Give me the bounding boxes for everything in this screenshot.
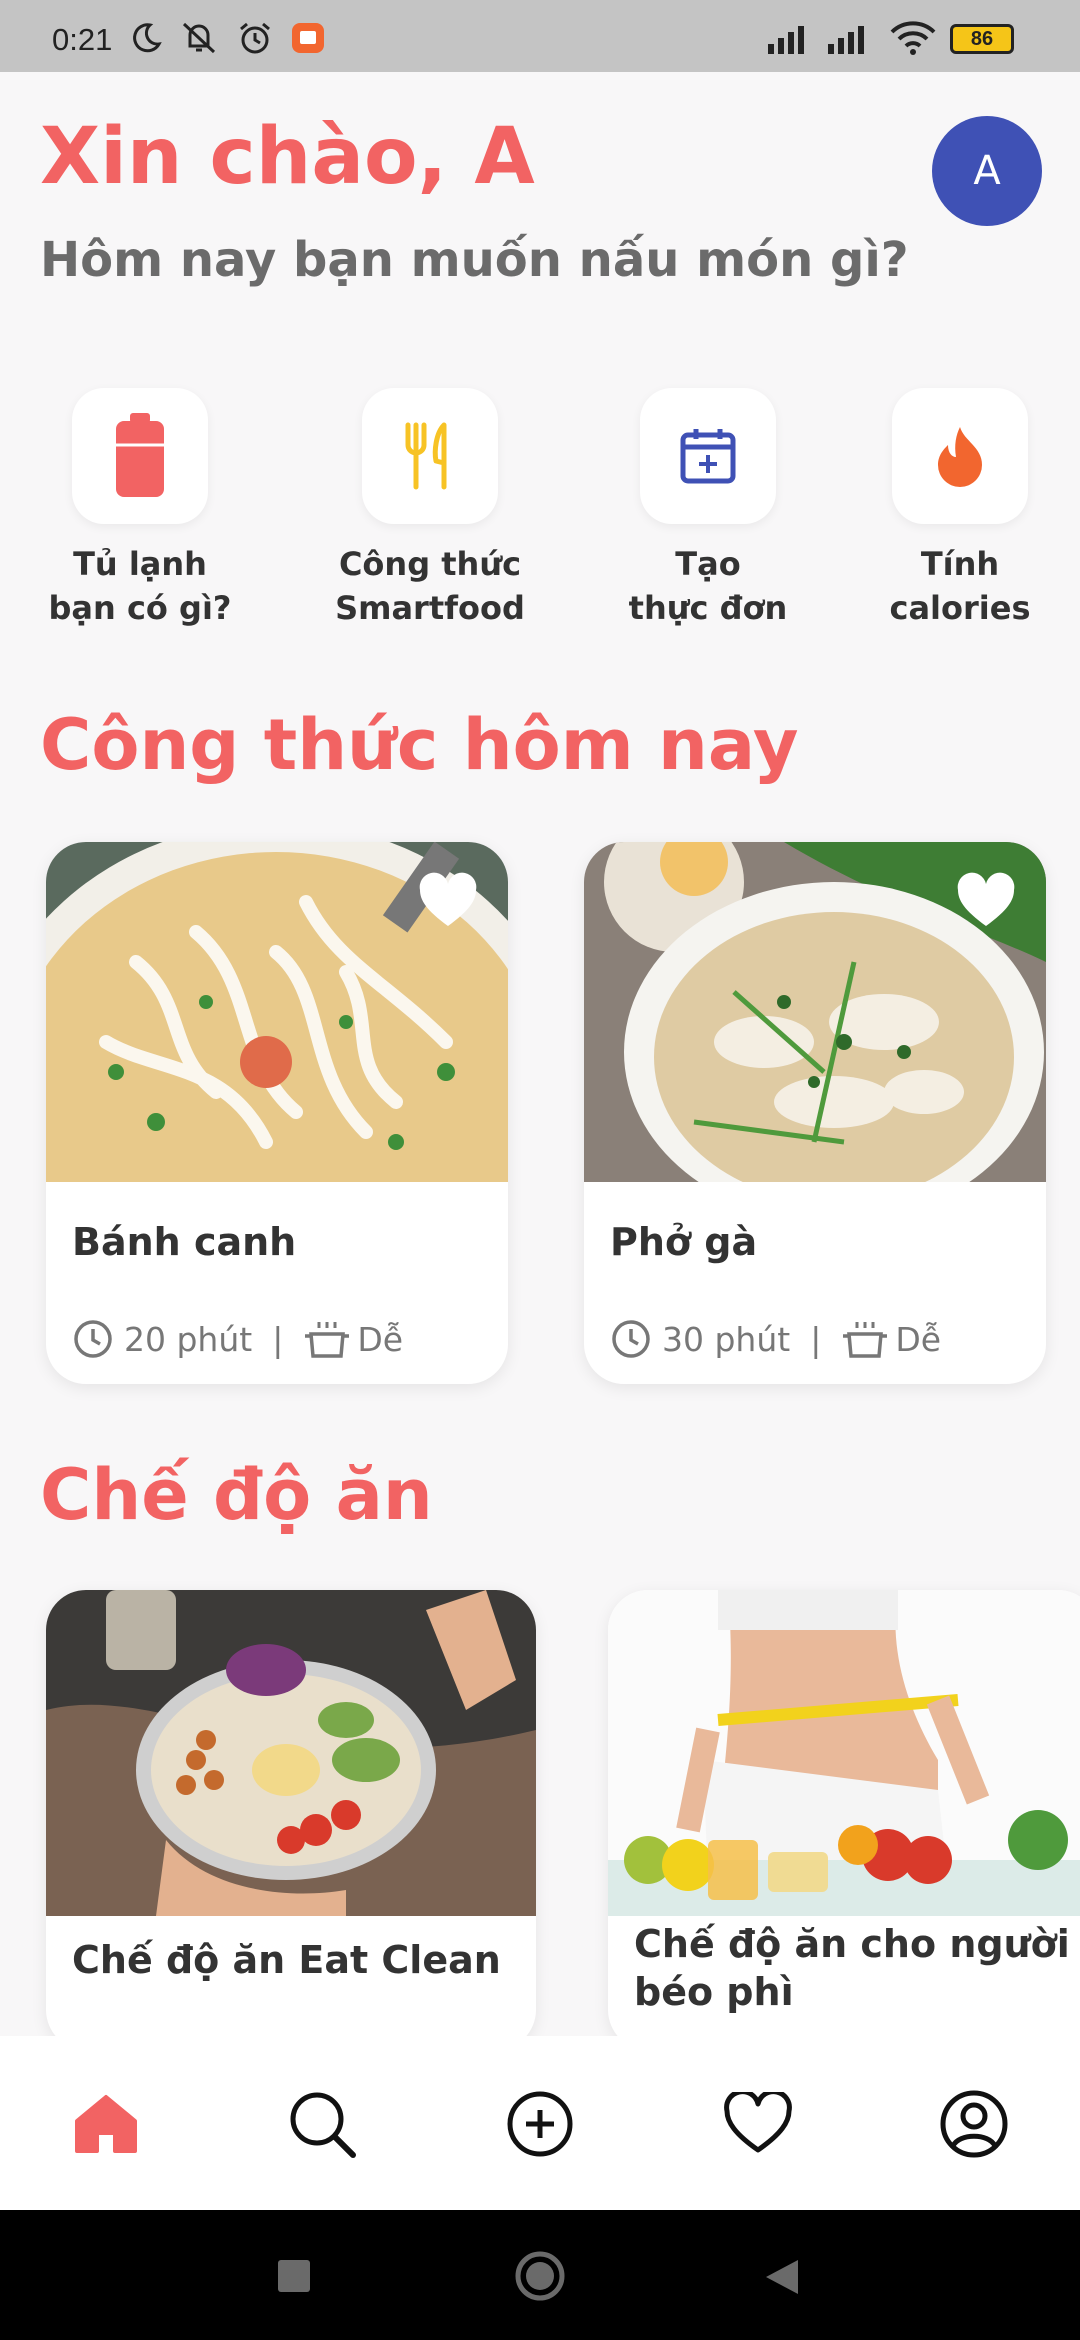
profile-icon bbox=[940, 2090, 1008, 2158]
diet-card[interactable]: Chế độ ăn cho người béo phì bbox=[608, 1590, 1080, 2050]
diet-card[interactable]: Chế độ ăn Eat Clean bbox=[46, 1590, 536, 2050]
recipe-difficulty: Dễ bbox=[357, 1319, 404, 1359]
recipe-difficulty: Dễ bbox=[895, 1319, 942, 1359]
quick-action-label: Tính calories bbox=[889, 545, 1031, 627]
quick-action-smartfood[interactable]: Công thức Smartfood bbox=[320, 388, 540, 630]
battery-icon: 86 bbox=[950, 24, 1014, 54]
quick-action-fridge[interactable]: Tủ lạnh bạn có gì? bbox=[30, 388, 250, 630]
fridge-icon bbox=[116, 413, 164, 497]
section-title-diets: Chế độ ăn bbox=[40, 1454, 433, 1536]
recipe-meta: 20 phút | Dễ bbox=[72, 1318, 403, 1360]
signal-icon-2 bbox=[828, 26, 864, 54]
flame-icon bbox=[938, 427, 982, 487]
alarm-icon bbox=[240, 22, 270, 54]
diet-title: Chế độ ăn Eat Clean bbox=[72, 1938, 501, 1982]
wifi-icon bbox=[890, 21, 936, 55]
fork-knife-icon bbox=[405, 422, 447, 490]
heart-icon bbox=[724, 2092, 792, 2153]
nav-favorites[interactable] bbox=[722, 2088, 794, 2160]
recent-apps-button[interactable] bbox=[278, 2260, 310, 2292]
status-bar: 0:21 86 bbox=[0, 0, 1080, 72]
recipe-time: 30 phút bbox=[662, 1319, 791, 1359]
home-system-button[interactable] bbox=[514, 2250, 566, 2302]
clock-icon bbox=[612, 1320, 650, 1358]
quick-action-label: Tạo thực đơn bbox=[628, 545, 788, 627]
diet-title: Chế độ ăn cho người béo phì bbox=[634, 1922, 1070, 2014]
heart-icon bbox=[419, 872, 477, 926]
recipe-card[interactable]: Phở gà 30 phút | Dễ bbox=[584, 842, 1046, 1384]
quick-action-label: Tủ lạnh bạn có gì? bbox=[48, 545, 232, 627]
signal-icon bbox=[768, 26, 804, 54]
pot-icon bbox=[305, 1322, 350, 1358]
greeting-title: Xin chào, A bbox=[40, 112, 535, 202]
bottom-navigation bbox=[0, 2036, 1080, 2210]
quick-action-calories[interactable]: Tính calories bbox=[850, 388, 1070, 630]
search-icon bbox=[290, 2092, 356, 2158]
mute-bell-icon bbox=[182, 22, 216, 54]
meta-separator: | bbox=[810, 1319, 822, 1359]
nav-profile[interactable] bbox=[938, 2088, 1010, 2160]
status-time: 0:21 bbox=[52, 22, 113, 57]
avatar-letter: A bbox=[973, 148, 1001, 194]
recipe-title: Phở gà bbox=[610, 1220, 758, 1264]
recipe-title: Bánh canh bbox=[72, 1220, 297, 1264]
diet-image-eat-clean bbox=[46, 1590, 536, 1916]
avatar[interactable]: A bbox=[932, 116, 1042, 226]
back-system-button[interactable] bbox=[762, 2258, 802, 2296]
system-nav-bar bbox=[0, 2210, 1080, 2340]
diet-image-obesity bbox=[608, 1590, 1080, 1916]
heart-icon bbox=[957, 872, 1015, 926]
recipe-meta: 30 phút | Dễ bbox=[610, 1318, 941, 1360]
add-icon bbox=[507, 2091, 573, 2157]
recipe-card[interactable]: Bánh canh 20 phút | Dễ bbox=[46, 842, 508, 1384]
quick-action-label: Công thức Smartfood bbox=[335, 545, 525, 627]
meta-separator: | bbox=[272, 1319, 284, 1359]
quick-action-menu[interactable]: Tạo thực đơn bbox=[598, 388, 818, 630]
pot-icon bbox=[843, 1322, 888, 1358]
home-icon bbox=[75, 2095, 137, 2153]
nav-search[interactable] bbox=[286, 2088, 358, 2160]
favorite-button[interactable] bbox=[416, 872, 480, 934]
section-title-today-recipes: Công thức hôm nay bbox=[40, 704, 799, 786]
nav-home[interactable] bbox=[70, 2088, 142, 2160]
calendar-add-icon bbox=[680, 429, 736, 484]
clock-icon bbox=[74, 1320, 112, 1358]
app-notification-icon bbox=[292, 23, 324, 53]
battery-level: 86 bbox=[970, 27, 994, 50]
moon-icon bbox=[133, 23, 162, 53]
favorite-button[interactable] bbox=[954, 872, 1018, 934]
recipe-time: 20 phút bbox=[124, 1319, 253, 1359]
greeting-subtitle: Hôm nay bạn muốn nấu món gì? bbox=[40, 232, 909, 288]
nav-add[interactable] bbox=[504, 2088, 576, 2160]
